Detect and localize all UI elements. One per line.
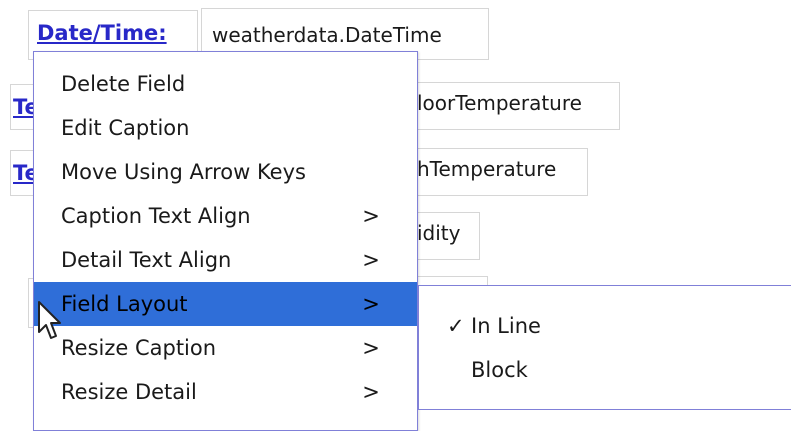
submenu-arrow-icon: > [362, 336, 380, 360]
submenu-arrow-icon: > [362, 380, 380, 404]
row3-field[interactable]: hTemperature [400, 148, 588, 196]
menu-item-field-layout[interactable]: Field Layout > [34, 282, 417, 326]
menu-item-label: Resize Detail [61, 380, 197, 404]
menu-item-label: Field Layout [61, 292, 188, 316]
field-layout-submenu: ✓ In Line Block [418, 285, 791, 410]
menu-item-edit-caption[interactable]: Edit Caption [34, 106, 417, 150]
menu-item-label: Delete Field [61, 72, 186, 96]
menu-item-delete-field[interactable]: Delete Field [34, 62, 417, 106]
menu-item-move-arrow-keys[interactable]: Move Using Arrow Keys [34, 150, 417, 194]
row2-field[interactable]: loorTemperature [400, 82, 620, 130]
menu-item-label: Move Using Arrow Keys [61, 160, 306, 184]
submenu-arrow-icon: > [362, 248, 380, 272]
menu-item-label: Edit Caption [61, 116, 190, 140]
submenu-item-in-line[interactable]: ✓ In Line [419, 304, 791, 348]
menu-item-detail-text-align[interactable]: Detail Text Align > [34, 238, 417, 282]
menu-item-resize-caption[interactable]: Resize Caption > [34, 326, 417, 370]
menu-item-label: Detail Text Align [61, 248, 232, 272]
submenu-arrow-icon: > [362, 292, 380, 316]
checkmark-icon: ✓ [447, 314, 465, 338]
submenu-item-block[interactable]: Block [419, 348, 791, 392]
menu-item-label: Caption Text Align [61, 204, 251, 228]
menu-item-label: Resize Caption [61, 336, 217, 360]
menu-item-resize-detail[interactable]: Resize Detail > [34, 370, 417, 414]
submenu-arrow-icon: > [362, 204, 380, 228]
context-menu: Delete Field Edit Caption Move Using Arr… [33, 51, 418, 431]
submenu-item-label: Block [471, 358, 528, 382]
menu-item-caption-text-align[interactable]: Caption Text Align > [34, 194, 417, 238]
submenu-item-label: In Line [471, 314, 541, 338]
mouse-pointer-icon [38, 301, 61, 339]
